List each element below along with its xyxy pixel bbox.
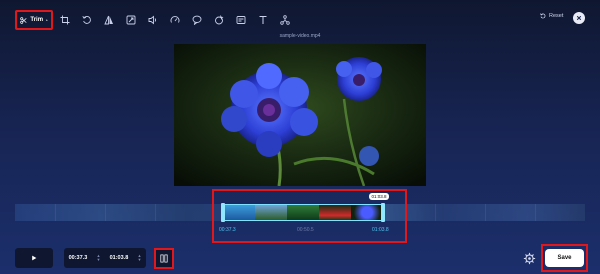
trim-tool-label: Trim bbox=[30, 17, 44, 23]
play-icon bbox=[32, 255, 37, 261]
end-time-input[interactable]: 01:03.8 bbox=[110, 255, 129, 261]
subtitle-icon[interactable] bbox=[190, 13, 203, 26]
filter-icon[interactable] bbox=[212, 13, 225, 26]
reset-button[interactable]: Reset bbox=[540, 13, 563, 19]
save-button[interactable]: Save bbox=[545, 249, 584, 267]
split-button[interactable] bbox=[154, 248, 174, 269]
trim-tool-button[interactable]: Trim * bbox=[15, 10, 53, 30]
settings-button[interactable] bbox=[523, 252, 536, 265]
close-icon bbox=[576, 15, 582, 21]
volume-icon[interactable] bbox=[146, 13, 159, 26]
scissors-icon bbox=[20, 16, 27, 24]
video-filename: sample-video.mp4 bbox=[279, 33, 321, 39]
start-time-stepper[interactable]: ▲ ▼ bbox=[96, 254, 100, 262]
watermark-icon[interactable] bbox=[234, 13, 247, 26]
start-time-input[interactable]: 00:37.3 bbox=[69, 255, 88, 261]
trim-unsaved-marker: * bbox=[46, 17, 48, 23]
reset-icon bbox=[540, 13, 546, 19]
close-button[interactable] bbox=[573, 12, 585, 24]
text-icon[interactable] bbox=[256, 13, 269, 26]
play-button[interactable] bbox=[15, 248, 53, 268]
gear-icon bbox=[523, 252, 536, 265]
trim-area-highlight bbox=[212, 189, 407, 243]
video-preview bbox=[174, 44, 426, 186]
merge-icon[interactable] bbox=[278, 13, 291, 26]
speed-icon[interactable] bbox=[168, 13, 181, 26]
crop-icon[interactable] bbox=[58, 13, 71, 26]
trim-time-inputs: 00:37.3 ▲ ▼ 01:03.8 ▲ ▼ bbox=[64, 248, 146, 268]
split-icon bbox=[160, 254, 168, 263]
reset-label: Reset bbox=[549, 13, 564, 19]
end-time-stepper[interactable]: ▲ ▼ bbox=[137, 254, 141, 262]
resize-icon[interactable] bbox=[124, 13, 137, 26]
rotate-icon[interactable] bbox=[80, 13, 93, 26]
flip-icon[interactable] bbox=[102, 13, 115, 26]
